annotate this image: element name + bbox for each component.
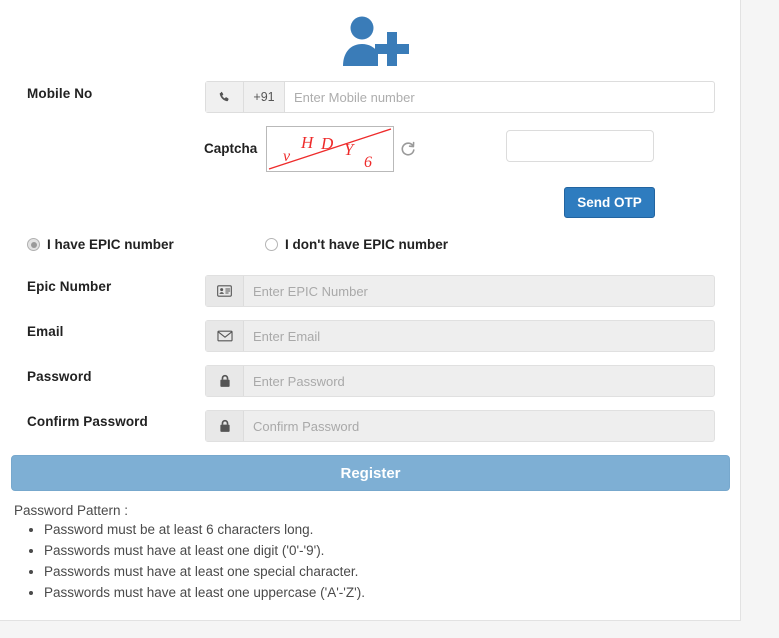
- email-input[interactable]: [244, 321, 714, 351]
- mobile-number-input[interactable]: [285, 82, 714, 112]
- confirm-password-label: Confirm Password: [27, 414, 148, 429]
- password-rule: Passwords must have at least one upperca…: [44, 582, 365, 603]
- svg-text:6: 6: [364, 154, 372, 171]
- radio-no-epic-label: I don't have EPIC number: [285, 237, 448, 252]
- confirm-password-input-group[interactable]: [205, 410, 715, 442]
- registration-card: Mobile No +91 Captcha v H D Y 6: [0, 0, 741, 621]
- mobile-input-group[interactable]: +91: [205, 81, 715, 113]
- phone-icon: [206, 82, 244, 112]
- lock-icon: [206, 411, 244, 441]
- registration-page: Mobile No +91 Captcha v H D Y 6: [0, 0, 779, 638]
- radio-no-epic-dot[interactable]: [265, 238, 278, 251]
- email-label: Email: [27, 324, 64, 339]
- password-rule: Passwords must have at least one digit (…: [44, 540, 365, 561]
- password-label: Password: [27, 369, 92, 384]
- captcha-label: Captcha: [204, 141, 258, 156]
- epic-number-label: Epic Number: [27, 279, 112, 294]
- add-user-icon: [336, 14, 410, 68]
- country-code: +91: [244, 82, 285, 112]
- password-input-group[interactable]: [205, 365, 715, 397]
- password-input[interactable]: [244, 366, 714, 396]
- mobile-no-label: Mobile No: [27, 86, 93, 101]
- radio-have-epic[interactable]: I have EPIC number: [27, 237, 174, 252]
- password-pattern-title: Password Pattern :: [14, 503, 129, 518]
- lock-icon: [206, 366, 244, 396]
- send-otp-button[interactable]: Send OTP: [564, 187, 655, 218]
- password-pattern-list: Password must be at least 6 characters l…: [22, 519, 365, 603]
- radio-no-epic[interactable]: I don't have EPIC number: [265, 237, 448, 252]
- epic-number-input[interactable]: [244, 276, 714, 306]
- svg-text:H: H: [300, 133, 315, 152]
- password-rule: Passwords must have at least one special…: [44, 561, 365, 582]
- email-input-group[interactable]: [205, 320, 715, 352]
- envelope-icon: [206, 321, 244, 351]
- captcha-answer-input[interactable]: [506, 130, 654, 162]
- refresh-icon[interactable]: [399, 140, 417, 158]
- id-card-icon: [206, 276, 244, 306]
- captcha-image: v H D Y 6: [266, 126, 394, 172]
- radio-have-epic-label: I have EPIC number: [47, 237, 174, 252]
- epic-choice-group: I have EPIC number I don't have EPIC num…: [27, 237, 627, 257]
- password-rule: Password must be at least 6 characters l…: [44, 519, 365, 540]
- radio-have-epic-dot[interactable]: [27, 238, 40, 251]
- epic-number-input-group[interactable]: [205, 275, 715, 307]
- register-button[interactable]: Register: [11, 455, 730, 491]
- confirm-password-input[interactable]: [244, 411, 714, 441]
